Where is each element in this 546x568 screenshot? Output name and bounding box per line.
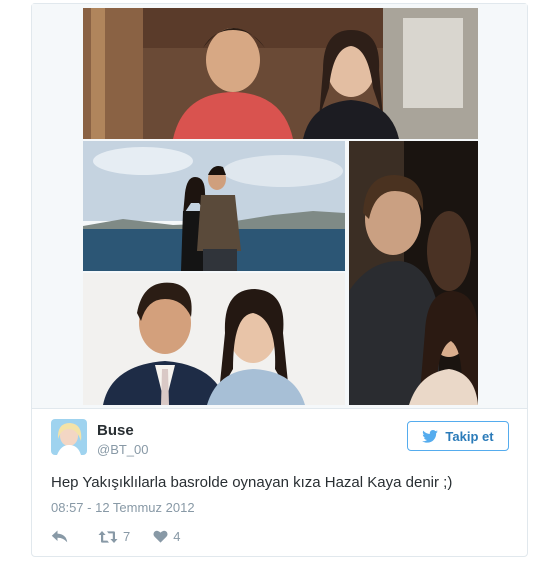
reply-button[interactable]	[51, 530, 68, 543]
like-count: 4	[173, 529, 181, 544]
tweet-actions: 7 4	[51, 529, 180, 544]
photo-3[interactable]	[83, 273, 345, 405]
follow-button-label: Takip et	[445, 428, 494, 444]
like-button[interactable]: 4	[153, 529, 180, 544]
reply-icon	[51, 530, 68, 543]
follow-button[interactable]: Takip et	[407, 421, 509, 451]
photo-2-image	[83, 141, 345, 271]
author-name[interactable]: Buse	[97, 422, 134, 439]
author-handle[interactable]: @BT_00	[97, 442, 149, 457]
tweet-card: Buse @BT_00 Takip et Hep Yakışıklılarla …	[31, 3, 528, 557]
photo-1[interactable]	[83, 8, 478, 139]
photo-4[interactable]	[349, 141, 478, 405]
photo-4-image	[349, 141, 478, 405]
photo-1-image	[83, 8, 478, 139]
twitter-bird-icon	[422, 429, 439, 443]
tweet-timestamp[interactable]: 08:57 - 12 Temmuz 2012	[51, 500, 195, 515]
heart-icon	[153, 530, 168, 543]
retweet-icon	[98, 530, 118, 543]
retweet-button[interactable]: 7	[98, 529, 130, 544]
photo-3-image	[83, 273, 345, 405]
avatar-image	[51, 419, 87, 455]
photo-grid	[32, 4, 527, 409]
retweet-count: 7	[123, 529, 131, 544]
photo-2[interactable]	[83, 141, 345, 271]
tweet-text: Hep Yakışıklılarla basrolde oynayan kıza…	[51, 474, 453, 491]
avatar[interactable]	[51, 419, 87, 455]
